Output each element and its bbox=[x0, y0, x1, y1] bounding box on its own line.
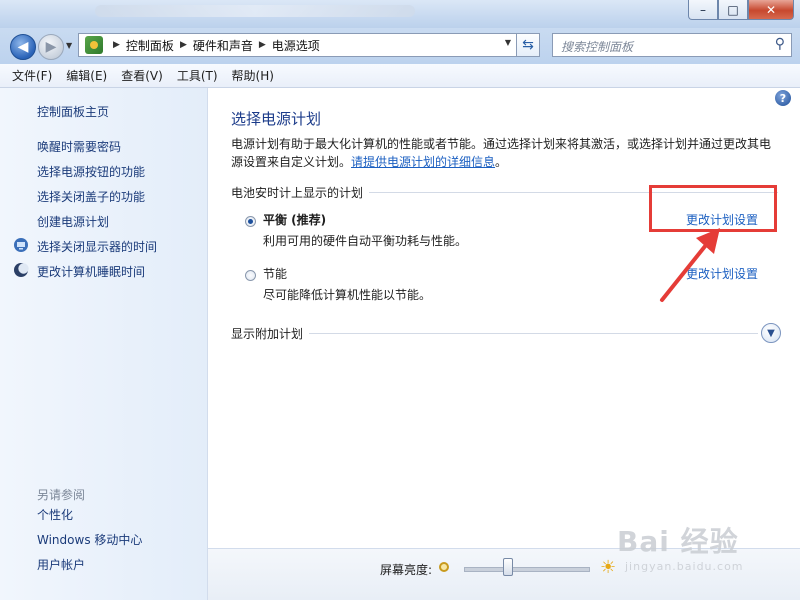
plan-name-balanced[interactable]: 平衡 (推荐) bbox=[263, 211, 326, 228]
chevron-right-icon[interactable]: ▶ bbox=[113, 40, 120, 50]
help-icon[interactable]: ? bbox=[775, 90, 791, 106]
chevron-right-icon[interactable]: ▶ bbox=[180, 40, 187, 50]
plan-details-link[interactable]: 请提供电源计划的详细信息 bbox=[351, 155, 495, 169]
blurred-title bbox=[95, 5, 415, 17]
control-panel-icon bbox=[85, 36, 103, 54]
brightness-slider-thumb[interactable] bbox=[503, 558, 514, 576]
forward-arrow-icon: ▶ bbox=[45, 39, 57, 55]
see-also-personalization[interactable]: 个性化 bbox=[37, 506, 73, 523]
sidebar-control-panel-home[interactable]: 控制面板主页 bbox=[37, 103, 109, 120]
address-bar[interactable]: ▶ 控制面板 ▶ 硬件和声音 ▶ 电源选项 ▼ bbox=[78, 33, 538, 57]
maximize-button[interactable]: □ bbox=[718, 0, 748, 20]
page-description: 电源计划有助于最大化计算机的性能或者节能。通过选择计划来将其激活，或选择计划并通… bbox=[231, 135, 779, 171]
search-input[interactable]: 搜索控制面板 ⚲ bbox=[552, 33, 792, 57]
watermark-url: jingyan.baidu.com bbox=[625, 560, 744, 573]
radio-balanced[interactable] bbox=[245, 216, 256, 227]
brightness-dim-icon bbox=[439, 562, 449, 572]
moon-icon bbox=[14, 263, 29, 277]
radio-power-saver[interactable] bbox=[245, 270, 256, 281]
watermark: Bai 经验 jingyan.baidu.com bbox=[617, 520, 743, 573]
monitor-icon bbox=[14, 238, 28, 252]
back-button[interactable]: ◀ bbox=[10, 34, 36, 60]
sidebar-item-lid-close[interactable]: 选择关闭盖子的功能 bbox=[37, 188, 145, 205]
see-also-heading: 另请参阅 bbox=[37, 488, 86, 502]
watermark-logo: Bai 经验 bbox=[617, 525, 739, 558]
chevron-down-icon[interactable]: ▼ bbox=[761, 323, 781, 343]
forward-button[interactable]: ▶ bbox=[38, 34, 64, 60]
page-title: 选择电源计划 bbox=[231, 110, 322, 128]
chevron-right-icon[interactable]: ▶ bbox=[259, 40, 266, 50]
plan-desc-power-saver: 尽可能降低计算机性能以节能。 bbox=[263, 288, 432, 302]
title-bar: – □ ✕ bbox=[0, 0, 800, 28]
brightness-label: 屏幕亮度: bbox=[380, 563, 433, 577]
menu-file[interactable]: 文件(F) bbox=[12, 67, 52, 84]
refresh-button[interactable]: ⇆ bbox=[516, 33, 540, 57]
see-also-mobility-center[interactable]: Windows 移动中心 bbox=[37, 531, 142, 548]
breadcrumb-hardware-sound[interactable]: 硬件和声音 bbox=[193, 37, 253, 54]
plan-desc-balanced: 利用可用的硬件自动平衡功耗与性能。 bbox=[263, 234, 468, 248]
sidebar-item-sleep-time[interactable]: 更改计算机睡眠时间 bbox=[37, 263, 145, 280]
section-title-battery-plans: 电池安时计上显示的计划 bbox=[231, 184, 370, 201]
sidebar-item-display-off[interactable]: 选择关闭显示器的时间 bbox=[37, 238, 157, 255]
brightness-slider-track[interactable] bbox=[464, 567, 590, 572]
annotation-arrow bbox=[660, 228, 720, 302]
history-dropdown-icon[interactable]: ▼ bbox=[66, 41, 72, 50]
menu-tools[interactable]: 工具(T) bbox=[177, 67, 218, 84]
sidebar-item-power-button[interactable]: 选择电源按钮的功能 bbox=[37, 163, 145, 180]
minimize-button[interactable]: – bbox=[688, 0, 718, 20]
menu-help[interactable]: 帮助(H) bbox=[232, 67, 274, 84]
sidebar: 控制面板主页 唤醒时需要密码 选择电源按钮的功能 选择关闭盖子的功能 创建电源计… bbox=[0, 88, 208, 600]
address-dropdown-icon[interactable]: ▼ bbox=[505, 38, 511, 47]
breadcrumb: ▶ 控制面板 ▶ 硬件和声音 ▶ 电源选项 bbox=[107, 37, 320, 54]
close-button[interactable]: ✕ bbox=[748, 0, 794, 20]
address-row: ◀ ▶ ▼ ▶ 控制面板 ▶ 硬件和声音 ▶ 电源选项 ▼ ⇆ 搜索控制面板 ⚲ bbox=[0, 28, 800, 64]
breadcrumb-control-panel[interactable]: 控制面板 bbox=[126, 37, 174, 54]
window-controls: – □ ✕ bbox=[688, 0, 794, 20]
search-icon[interactable]: ⚲ bbox=[775, 36, 785, 52]
search-placeholder: 搜索控制面板 bbox=[561, 40, 634, 54]
plan-name-power-saver[interactable]: 节能 bbox=[263, 265, 287, 282]
menu-edit[interactable]: 编辑(E) bbox=[66, 67, 107, 84]
see-also-user-accounts[interactable]: 用户帐户 bbox=[37, 556, 85, 573]
show-additional-plans[interactable]: 显示附加计划 bbox=[231, 325, 310, 342]
sidebar-item-wake-password[interactable]: 唤醒时需要密码 bbox=[37, 138, 121, 155]
description-end: 。 bbox=[495, 155, 508, 169]
menu-bar: 文件(F) 编辑(E) 查看(V) 工具(T) 帮助(H) bbox=[0, 64, 800, 88]
menu-view[interactable]: 查看(V) bbox=[121, 67, 163, 84]
breadcrumb-power-options[interactable]: 电源选项 bbox=[272, 37, 320, 54]
refresh-icon: ⇆ bbox=[522, 37, 534, 53]
extra-plans-divider bbox=[308, 333, 758, 334]
back-arrow-icon: ◀ bbox=[17, 39, 29, 55]
brightness-bright-icon: ☀ bbox=[600, 557, 617, 578]
sidebar-item-create-plan[interactable]: 创建电源计划 bbox=[37, 213, 109, 230]
